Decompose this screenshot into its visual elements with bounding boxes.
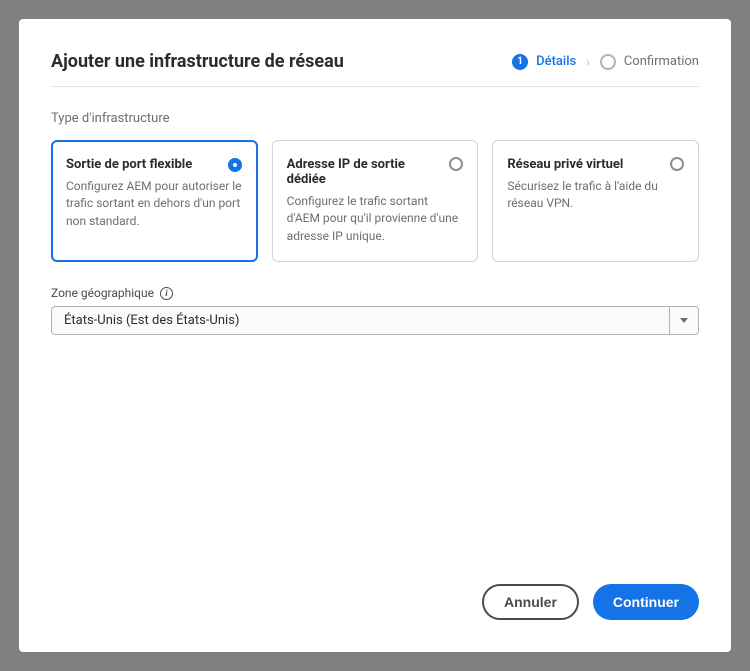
- add-network-infrastructure-modal: Ajouter une infrastructure de réseau 1 D…: [19, 19, 731, 652]
- spacer: [51, 335, 699, 584]
- option-flexible-port-title: Sortie de port flexible: [66, 157, 243, 172]
- option-flexible-port-desc: Configurez AEM pour autoriser le trafic …: [66, 178, 243, 230]
- modal-header: Ajouter une infrastructure de réseau 1 D…: [51, 51, 699, 87]
- zone-label-row: Zone géographique i: [51, 286, 699, 300]
- zone-select-toggle[interactable]: [669, 306, 699, 335]
- continue-button[interactable]: Continuer: [593, 584, 699, 620]
- option-flexible-port[interactable]: Sortie de port flexible Configurez AEM p…: [51, 140, 258, 262]
- radio-unchecked-icon: [670, 157, 684, 171]
- modal-footer: Annuler Continuer: [51, 584, 699, 620]
- step-number-1-icon: 1: [512, 54, 528, 70]
- wizard-steps: 1 Détails › Confirmation: [512, 54, 699, 70]
- option-dedicated-ip-title: Adresse IP de sortie dédiée: [287, 157, 464, 187]
- cancel-button[interactable]: Annuler: [482, 584, 579, 620]
- step-confirmation: Confirmation: [600, 54, 699, 70]
- step-details-label: Détails: [536, 54, 576, 69]
- step-confirmation-label: Confirmation: [624, 54, 699, 69]
- step-number-2-icon: [600, 54, 616, 70]
- option-dedicated-ip[interactable]: Adresse IP de sortie dédiée Configurez l…: [272, 140, 479, 262]
- chevron-down-icon: [680, 318, 688, 323]
- step-details[interactable]: 1 Détails: [512, 54, 576, 70]
- info-icon[interactable]: i: [160, 287, 173, 300]
- modal-title: Ajouter une infrastructure de réseau: [51, 51, 344, 72]
- option-dedicated-ip-desc: Configurez le trafic sortant d'AEM pour …: [287, 193, 464, 245]
- zone-select-value: États-Unis (Est des États-Unis): [51, 306, 669, 335]
- option-vpn-desc: Sécurisez le trafic à l'aide du réseau V…: [507, 178, 684, 213]
- option-vpn-title: Réseau privé virtuel: [507, 157, 684, 172]
- infrastructure-type-options: Sortie de port flexible Configurez AEM p…: [51, 140, 699, 262]
- infrastructure-type-label: Type d'infrastructure: [51, 111, 699, 126]
- option-vpn[interactable]: Réseau privé virtuel Sécurisez le trafic…: [492, 140, 699, 262]
- zone-select[interactable]: États-Unis (Est des États-Unis): [51, 306, 699, 335]
- radio-checked-icon: [228, 158, 242, 172]
- chevron-right-icon: ›: [586, 55, 590, 69]
- zone-label: Zone géographique: [51, 286, 154, 300]
